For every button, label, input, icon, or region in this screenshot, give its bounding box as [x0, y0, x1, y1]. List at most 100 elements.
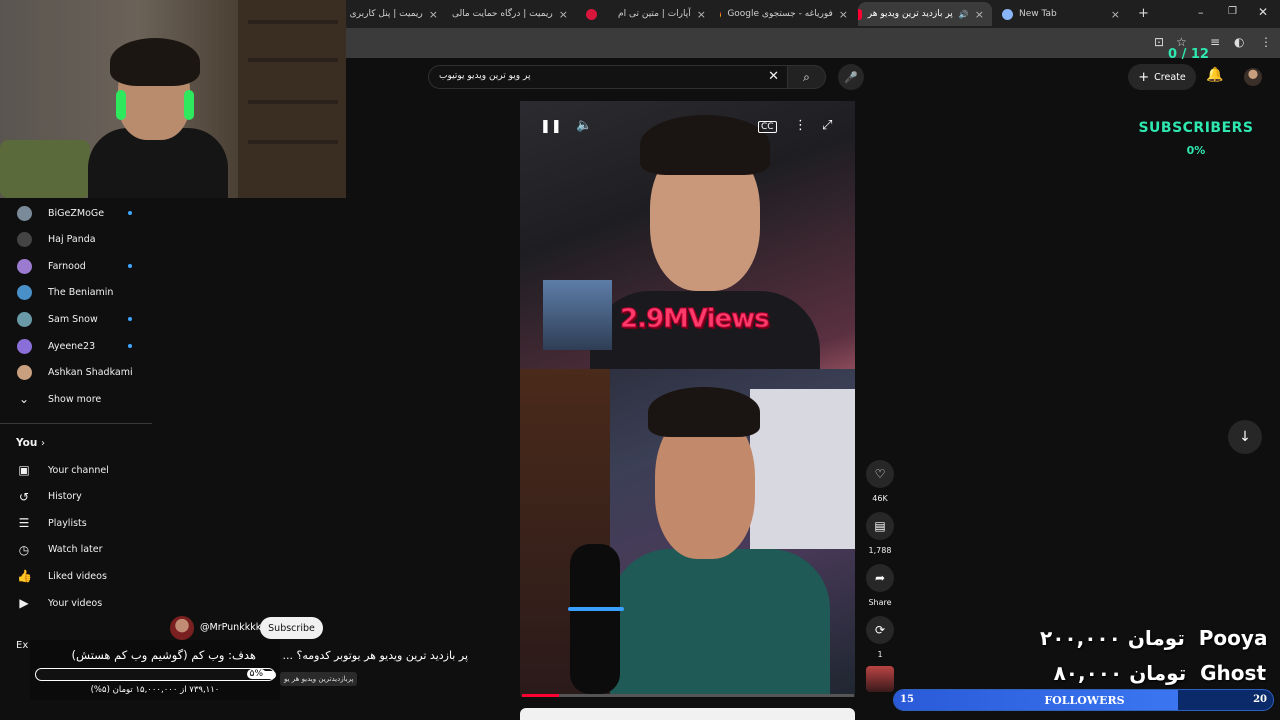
you-item[interactable]: ▶ Your videos [0, 590, 155, 616]
subscription-item[interactable]: Farnood [0, 253, 155, 279]
install-app-icon[interactable]: ⊡ [1154, 35, 1164, 49]
you-item-label: Your videos [48, 597, 103, 609]
search-input[interactable]: پر ویو ترین ویدیو یوتیوب [439, 71, 530, 81]
audio-playing-icon[interactable]: 🔊 [959, 10, 969, 19]
you-item-label: History [48, 491, 82, 503]
you-item[interactable]: ☰ Playlists [0, 510, 155, 536]
goal-progress-bar: ۵% [35, 668, 276, 681]
comments-button[interactable]: ▤ [866, 512, 894, 540]
next-video-button[interactable]: ↓ [1228, 420, 1262, 454]
user-avatar[interactable] [1244, 68, 1262, 86]
search-button[interactable]: ⌕ [788, 65, 826, 89]
embedded-thumbnail [543, 280, 612, 350]
close-tab-icon[interactable]: × [429, 8, 438, 21]
channel-avatar [17, 365, 32, 381]
tab-title: ریمیت | درگاه حمایت مالی [451, 9, 553, 19]
subscription-label: Ayeene23 [48, 340, 96, 352]
browser-tab[interactable]: × فوریاغه - جستجوی Google [720, 2, 856, 26]
subscription-item[interactable]: The Beniamin [0, 280, 155, 306]
browser-tab-strip: × ریمیت | پنل کاربری × ریمیت | درگاه حما… [346, 0, 1280, 28]
followers-goal-bar: 15 FOLLOWERS 20 [893, 689, 1274, 711]
voice-search-button[interactable]: 🎤 [838, 64, 864, 90]
subscriber-counter: 0 / 12 [1168, 47, 1209, 62]
followers-label: FOLLOWERS [1044, 694, 1125, 707]
new-tab-icon[interactable]: + [1138, 6, 1149, 21]
remix-button[interactable]: ⟳ [866, 616, 894, 644]
browser-tab[interactable]: × ریمیت | درگاه حمایت مالی [446, 2, 576, 26]
close-tab-icon[interactable]: × [975, 8, 984, 21]
browser-menu-icon[interactable]: ⋮ [1260, 35, 1272, 49]
you-section-header[interactable]: You › [0, 430, 155, 456]
arrow-down-icon: ↓ [1239, 429, 1251, 445]
notifications-bell-icon[interactable]: 🔔 [1206, 67, 1223, 83]
chevron-down-icon: ⌄ [18, 392, 30, 406]
playlists-icon: ☰ [18, 516, 30, 531]
donor-amount: ۲۰۰,۰۰۰ تومان [1040, 626, 1185, 650]
channel-avatar[interactable] [170, 616, 194, 640]
search-icon: ⌕ [803, 69, 810, 84]
search-box[interactable]: پر ویو ترین ویدیو یوتیوب ✕ [428, 65, 788, 89]
you-item-label: Watch later [48, 544, 103, 556]
close-tab-icon[interactable]: × [1111, 8, 1120, 21]
video-title[interactable]: پر بازدید ترین ویدیو هر یوتوبر کدومه؟ ..… [278, 649, 468, 662]
close-tab-icon[interactable]: × [559, 8, 568, 21]
subscription-label: Ashkan Shadkami [48, 367, 133, 379]
close-window-icon[interactable]: ✕ [1258, 5, 1268, 19]
show-more-button[interactable]: ⌄ Show more [0, 386, 155, 412]
browser-tab[interactable]: New Tab × [994, 2, 1128, 26]
subscription-item[interactable]: Sam Snow [0, 306, 155, 332]
share-button[interactable]: ➦ [866, 564, 894, 592]
microphone-icon: 🎤 [844, 70, 858, 84]
like-count: 46K [872, 494, 888, 503]
fullscreen-icon[interactable]: ⤢ [822, 118, 832, 133]
close-tab-icon[interactable]: × [697, 8, 706, 21]
channel-avatar [17, 338, 32, 354]
history-icon: ↺ [18, 489, 30, 504]
goal-title: هدف: وب کم (گوشیم وب کم هستش) [71, 648, 256, 662]
you-item[interactable]: ◷ Watch later [0, 537, 155, 563]
volume-icon[interactable]: 🔈 [576, 118, 592, 133]
more-options-icon[interactable]: ⋮ [794, 118, 807, 133]
new-content-dot [128, 317, 132, 322]
video-progress-bar[interactable] [522, 694, 854, 697]
channel-icon: ▣ [18, 463, 30, 477]
channel-avatar [17, 285, 32, 301]
audio-source-thumbnail[interactable] [866, 666, 894, 692]
subscriber-goal-title: SUBSCRIBERS [1138, 120, 1254, 136]
channel-name[interactable]: @MrPunkkkk [200, 622, 261, 633]
subscribe-button[interactable]: Subscribe [260, 617, 323, 639]
music-tag[interactable]: پربازدیدترین ویدیو هر یو [280, 672, 358, 686]
clear-search-icon[interactable]: ✕ [768, 69, 779, 84]
you-item[interactable]: ↺ History [0, 484, 155, 510]
create-button[interactable]: + Create [1128, 64, 1196, 90]
short-video-player[interactable]: 2.9MViews ❚❚ 🔈 CC ⋮ ⤢ [520, 101, 855, 369]
browser-tab[interactable]: × ریمیت | پنل کاربری [346, 2, 446, 26]
browser-tab[interactable]: × آپارات | متین تی ام [578, 2, 714, 26]
you-item[interactable]: 👍 Liked videos [0, 563, 155, 589]
goal-amount: ۷۳۹,۱۱۰ از ۱۵,۰۰۰,۰۰۰ تومان (۵%) [90, 685, 220, 695]
next-short-preview [520, 708, 855, 720]
pause-icon[interactable]: ❚❚ [540, 119, 562, 134]
google-favicon-icon [720, 8, 722, 20]
minimize-icon[interactable]: – [1198, 6, 1204, 19]
subscription-item[interactable]: BiGeZMoGe [0, 200, 155, 226]
subscription-item[interactable]: Haj Panda [0, 227, 155, 253]
browser-tab-active[interactable]: × 🔊 پر بازدید ترین ویدیو هر [858, 2, 992, 26]
media-control-icon[interactable]: ≡ [1210, 35, 1220, 49]
you-item[interactable]: ▣ Your channel [0, 457, 155, 483]
share-label: Share [868, 598, 892, 607]
new-content-dot [128, 344, 132, 348]
browser-toolbar: ⊡ ☆ ≡ ◐ ⋮ [346, 28, 1280, 58]
captions-icon[interactable]: CC [758, 121, 777, 133]
subscription-label: BiGeZMoGe [48, 207, 105, 219]
subscription-item[interactable]: Ashkan Shadkami [0, 360, 155, 386]
like-button[interactable]: ♡ [866, 460, 894, 488]
profile-icon[interactable]: ◐ [1234, 35, 1244, 49]
followers-max: 20 [1253, 694, 1267, 705]
recent-donor: ۸۰,۰۰۰ تومان Ghost [1040, 661, 1266, 685]
remix-count: 1 [877, 650, 883, 659]
restore-icon[interactable]: ❐ [1228, 6, 1237, 17]
subscription-item[interactable]: Ayeene23 [0, 333, 155, 359]
tab-title: فوریاغه - جستجوی Google [727, 9, 833, 19]
close-tab-icon[interactable]: × [839, 8, 848, 21]
